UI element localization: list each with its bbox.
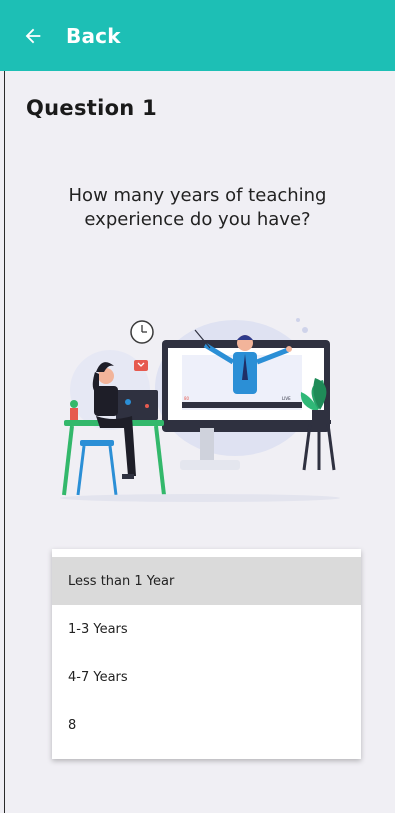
options-dropdown: Less than 1 Year 1-3 Years 4-7 Years 8 (52, 549, 361, 759)
back-label: Back (66, 23, 121, 48)
live-badge: LIVE (282, 396, 291, 401)
back-arrow-icon (25, 28, 41, 43)
option-4-7-years[interactable]: 4-7 Years (52, 653, 361, 701)
app-bar-back-button[interactable]: Back (0, 0, 395, 71)
viewer-count: 80 (184, 396, 190, 401)
question-title: Question 1 (26, 96, 158, 120)
option-1-3-years[interactable]: 1-3 Years (52, 605, 361, 653)
teaching-illustration: 80 LIVE (60, 318, 340, 502)
option-less-than-1-year[interactable]: Less than 1 Year (52, 557, 361, 605)
option-8[interactable]: 8 (52, 701, 361, 749)
screen-edge (4, 60, 5, 813)
question-text: How many years of teaching experience do… (68, 185, 327, 230)
